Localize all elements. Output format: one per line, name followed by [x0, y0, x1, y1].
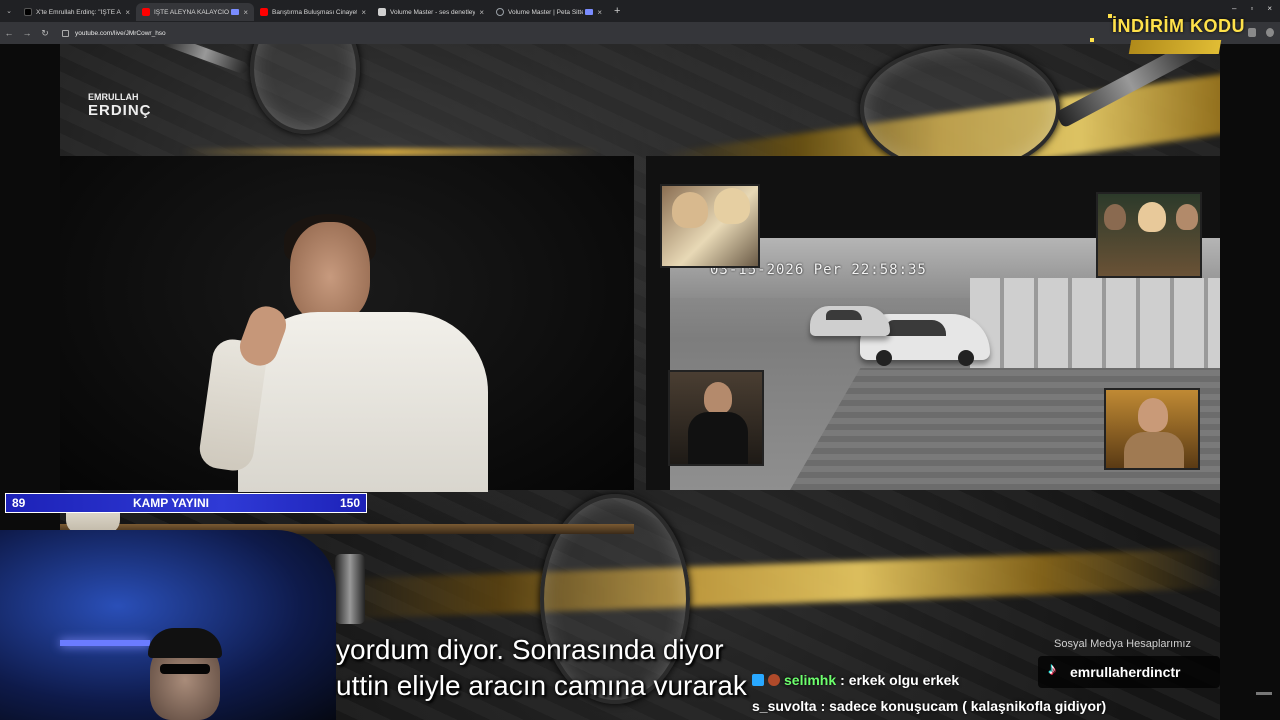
- tab-youtube-live[interactable]: İŞTE ALEYNA KALAYCIOĞLU ×: [136, 3, 254, 21]
- tab-volume-master-peta[interactable]: Volume Master | Peta Sittek ×: [490, 3, 608, 21]
- tab-title: Volume Master - ses denetleyicisi: [390, 8, 476, 16]
- magnifier-handle: [335, 554, 365, 624]
- chat-badge-icon: [752, 674, 764, 686]
- tab-x-post[interactable]: X'te Emrullah Erdinç: "İŞTE ALEYNA" ×: [18, 3, 136, 21]
- streamer-cap: [148, 628, 222, 658]
- cctv-building: [970, 278, 1220, 378]
- profile-icon[interactable]: [1266, 28, 1274, 37]
- close-icon[interactable]: ×: [361, 8, 366, 17]
- extension-icon: [378, 8, 386, 16]
- youtube-icon: [142, 8, 150, 16]
- new-tab-button[interactable]: +: [614, 5, 620, 17]
- close-icon[interactable]: ×: [479, 8, 484, 17]
- close-window-icon[interactable]: ×: [1267, 4, 1272, 13]
- led-shelf: [60, 640, 150, 646]
- window-controls: – ▫ ×: [1232, 4, 1272, 13]
- media-playing-icon[interactable]: [231, 9, 240, 15]
- tab-search-icon[interactable]: ⌄: [0, 7, 18, 15]
- photo-man-smiling: [1104, 388, 1200, 470]
- gold-streak: [180, 148, 600, 156]
- counter-current: 89: [12, 496, 26, 510]
- goal-counter-bar: 89 KAMP YAYINI 150: [5, 493, 367, 513]
- tiktok-handle-badge: emrullaherdinctr: [1038, 656, 1220, 688]
- chat-text: : sadece konuşucam ( kalaşnikofla gidiyo…: [820, 698, 1107, 714]
- forward-icon[interactable]: →: [18, 28, 36, 38]
- tab-title: İŞTE ALEYNA KALAYCIOĞLU: [154, 8, 230, 16]
- address-bar: ← → ↻ youtube.com/live/JMrCowr_hso: [0, 22, 1280, 44]
- sunglasses: [160, 664, 210, 674]
- x-icon: [24, 8, 32, 16]
- chat-text: : erkek olgu erkek: [840, 672, 960, 688]
- host-head: [290, 222, 370, 322]
- media-icon[interactable]: [585, 9, 594, 15]
- chat-username: s_suvolta: [752, 698, 817, 714]
- sparkle: [1090, 38, 1094, 42]
- distant-car: [810, 306, 890, 336]
- logo-bottom-text: ERDINÇ: [88, 102, 152, 119]
- caption-line-2: uttin eliyle aracın camına vurarak: [336, 670, 747, 701]
- back-icon[interactable]: ←: [0, 28, 18, 38]
- evidence-panel: 03-15-2026 Per 22:58:35: [646, 156, 1220, 490]
- promo-code-banner: [1128, 40, 1222, 54]
- tab-title: Barıştırma Buluşması Cinayetle: [272, 8, 358, 16]
- url-field[interactable]: youtube.com/live/JMrCowr_hso: [62, 29, 166, 37]
- counter-goal: 150: [339, 496, 360, 510]
- magnifier-handle: [160, 44, 250, 76]
- caption-line-1: yordum diyor. Sonrasında diyor: [336, 634, 724, 665]
- magnifier-lens: [250, 44, 360, 134]
- tab-title: Volume Master | Peta Sittek: [508, 8, 584, 16]
- tab-title: X'te Emrullah Erdinç: "İŞTE ALEYNA": [36, 8, 121, 16]
- chat-message: s_suvolta : sadece konuşucam ( kalaşniko…: [752, 698, 1106, 714]
- youtube-icon: [260, 8, 268, 16]
- photo-group: [1096, 192, 1202, 278]
- site-info-icon[interactable]: [62, 29, 69, 37]
- channel-logo: EMRULLAH ERDINÇ: [88, 91, 152, 119]
- close-icon[interactable]: ×: [597, 8, 602, 17]
- promo-code-label: İNDİRİM KODU: [1112, 16, 1245, 36]
- extension-icon[interactable]: [1248, 28, 1256, 37]
- close-icon[interactable]: ×: [243, 8, 248, 17]
- tiktok-handle: emrullaherdinctr: [1070, 664, 1181, 680]
- globe-icon: [496, 8, 504, 16]
- reload-icon[interactable]: ↻: [36, 28, 54, 39]
- url-text: youtube.com/live/JMrCowr_hso: [75, 29, 166, 37]
- photo-two-women: [660, 184, 760, 268]
- sparkle: [1108, 14, 1112, 18]
- counter-label: KAMP YAYINI: [132, 496, 210, 510]
- photo-man-seated: [668, 370, 764, 466]
- streamer-webcam: [0, 530, 336, 720]
- maximize-icon[interactable]: ▫: [1250, 4, 1253, 13]
- tiktok-icon: [1048, 661, 1062, 680]
- browser-tab-strip: ⌄ X'te Emrullah Erdinç: "İŞTE ALEYNA" × …: [0, 0, 1280, 22]
- close-icon[interactable]: ×: [125, 8, 130, 17]
- chat-message: selimhk : erkek olgu erkek: [752, 672, 959, 688]
- magnifier-lens: [860, 44, 1060, 174]
- social-media-label: Sosyal Medya Hesaplarımız: [1054, 638, 1191, 650]
- tab-youtube-video[interactable]: Barıştırma Buluşması Cinayetle ×: [254, 3, 372, 21]
- minimize-icon[interactable]: –: [1232, 4, 1236, 13]
- player-settings-icon[interactable]: [1256, 692, 1272, 695]
- tab-volume-master[interactable]: Volume Master - ses denetleyicisi ×: [372, 3, 490, 21]
- gold-streak: [320, 548, 1220, 620]
- chat-emote-icon: [768, 674, 780, 686]
- chat-username: selimhk: [784, 672, 837, 688]
